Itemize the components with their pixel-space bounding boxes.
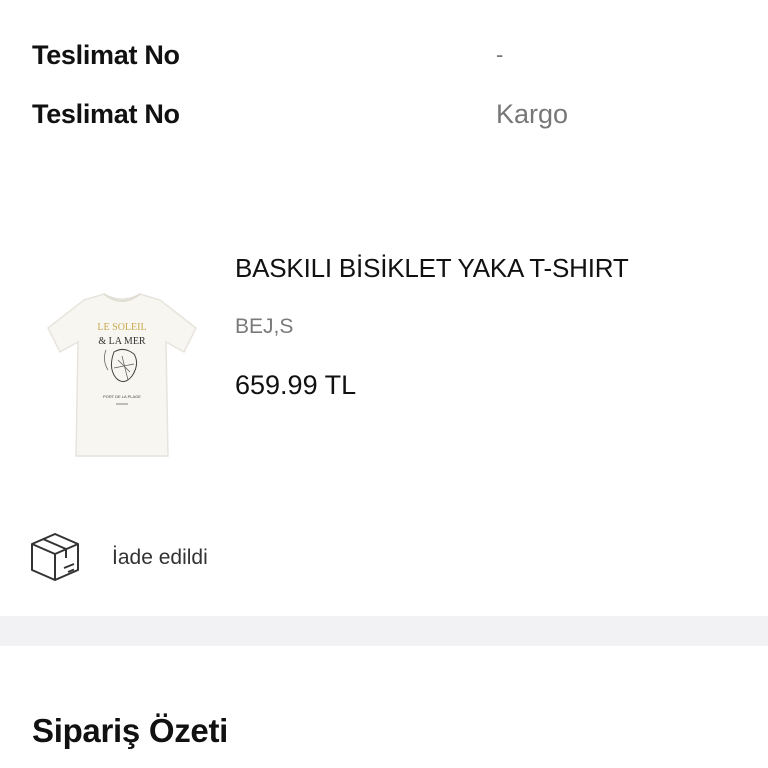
delivery-method-row: Teslimat No Kargo [32,99,736,139]
print-text-middle: & LA MER [98,336,146,347]
product-price: 659.99 TL [235,370,357,400]
section-divider [0,616,768,646]
print-text-bottom: PORT DE LA PLAGE [103,394,141,399]
order-detail-page: Teslimat No - Teslimat No Kargo LE SOLEI… [0,0,768,768]
return-status-text: İade edildi [112,546,208,569]
delivery-number-label: Teslimat No [32,40,180,70]
delivery-number-value: - [496,42,504,67]
return-status: İade edildi [28,530,428,590]
delivery-number-row: Teslimat No - [32,40,736,80]
package-box-icon [28,530,82,584]
order-summary-title: Sipariş Özeti [32,712,229,749]
product-item[interactable]: LE SOLEIL & LA MER PORT DE LA PLAGE BASK… [0,240,768,480]
tshirt-product-image[interactable]: LE SOLEIL & LA MER PORT DE LA PLAGE [44,290,200,460]
product-name[interactable]: BASKILI BİSİKLET YAKA T-SHIRT [235,253,629,284]
print-text-top: LE SOLEIL [97,322,146,333]
product-variant: BEJ,S [235,315,294,338]
delivery-method-label: Teslimat No [32,99,180,129]
delivery-method-value: Kargo [496,99,569,129]
